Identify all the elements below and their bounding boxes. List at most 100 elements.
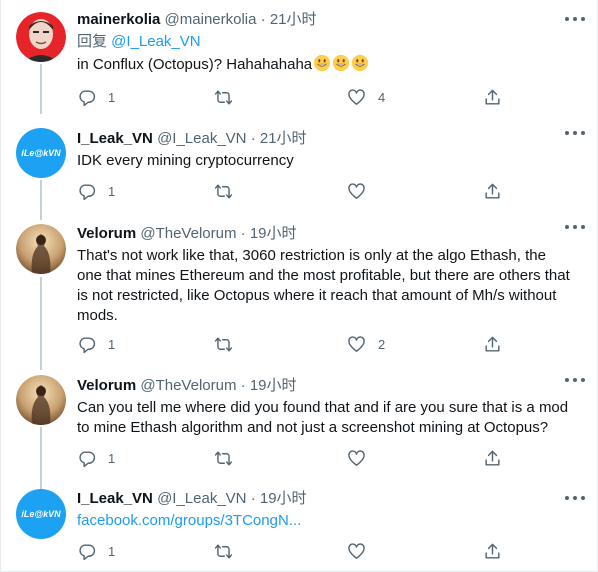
reply-icon	[79, 183, 96, 200]
tweet-header: Velorum @TheVelorum · 19小时	[77, 224, 575, 244]
heart-icon	[348, 542, 365, 559]
share-button[interactable]	[483, 334, 502, 354]
share-button[interactable]	[483, 541, 502, 561]
tweet-header: Velorum @TheVelorum · 19小时	[77, 376, 575, 396]
reply-mention-link[interactable]: @I_Leak_VN	[111, 33, 200, 50]
like-count: 2	[378, 336, 386, 352]
separator-dot: ·	[250, 130, 256, 147]
heart-icon	[348, 88, 365, 105]
user-handle[interactable]: @TheVelorum	[140, 225, 236, 242]
grinning-face-icon	[333, 54, 350, 72]
tweet-actions: 1	[77, 541, 507, 561]
display-name[interactable]: Velorum	[77, 225, 136, 242]
tweet[interactable]: iLe@kVN I_Leak_VN @I_Leak_VN · 21小时 IDK …	[1, 114, 598, 208]
user-handle[interactable]: @TheVelorum	[140, 377, 236, 394]
share-button[interactable]	[483, 87, 502, 107]
tweet-text: facebook.com/groups/3TCongN...	[77, 511, 575, 531]
timestamp[interactable]: 19小时	[250, 225, 297, 242]
tweet-text: That's not work like that, 3060 restrict…	[77, 247, 570, 324]
like-button[interactable]	[347, 448, 378, 468]
tweet-header: mainerkolia @mainerkolia · 21小时	[77, 10, 575, 30]
retweet-icon	[214, 543, 233, 559]
separator-dot: ·	[240, 225, 246, 242]
avatar[interactable]	[16, 12, 66, 62]
timestamp[interactable]: 21小时	[270, 11, 317, 28]
share-icon	[485, 450, 500, 466]
avatar[interactable]	[16, 375, 66, 425]
share-icon	[485, 336, 500, 352]
like-button[interactable]	[347, 181, 378, 201]
tweet-text: in Conflux (Octopus)? Hahahahaha	[77, 54, 575, 75]
reply-button[interactable]: 1	[77, 87, 115, 107]
reply-button[interactable]: 1	[77, 334, 115, 354]
reply-count: 1	[108, 183, 116, 199]
avatar[interactable]: iLe@kVN	[16, 128, 66, 178]
reply-icon	[79, 450, 96, 467]
share-button[interactable]	[483, 181, 502, 201]
timestamp[interactable]: 19小时	[250, 377, 297, 394]
tweet[interactable]: Velorum @TheVelorum · 19小时 Can you tell …	[1, 361, 598, 479]
retweet-button[interactable]	[214, 541, 245, 561]
tweet-actions: 1 2	[77, 334, 507, 354]
grinning-face-icon	[314, 54, 331, 72]
tweet-header: I_Leak_VN @I_Leak_VN · 21小时	[77, 129, 575, 149]
display-name[interactable]: Velorum	[77, 377, 136, 394]
avatar[interactable]: iLe@kVN	[16, 489, 66, 539]
retweet-icon	[214, 450, 233, 466]
like-count: 4	[378, 89, 386, 105]
reply-button[interactable]: 1	[77, 181, 115, 201]
separator-dot: ·	[240, 377, 246, 394]
retweet-button[interactable]	[214, 181, 245, 201]
reply-prefix: 回复	[77, 33, 112, 50]
tweet-actions: 1	[77, 181, 507, 201]
heart-icon	[348, 449, 365, 466]
user-handle[interactable]: @mainerkolia	[165, 11, 257, 28]
user-handle[interactable]: @I_Leak_VN	[157, 490, 246, 507]
retweet-icon	[214, 89, 233, 105]
timestamp[interactable]: 21小时	[260, 130, 307, 147]
reply-count: 1	[108, 89, 116, 105]
reply-icon	[79, 336, 96, 353]
reply-button[interactable]: 1	[77, 541, 115, 561]
tweet-text: IDK every mining cryptocurrency	[77, 152, 294, 169]
heart-icon	[348, 335, 365, 352]
share-button[interactable]	[483, 448, 502, 468]
like-button[interactable]	[347, 541, 378, 561]
reply-count: 1	[108, 450, 116, 466]
separator-dot: ·	[260, 11, 266, 28]
retweet-button[interactable]	[214, 87, 245, 107]
tweet[interactable]: mainerkolia @mainerkolia · 21小时 回复 @I_Le…	[1, 0, 598, 114]
external-link[interactable]: facebook.com/groups/3TCongN...	[77, 512, 301, 529]
reply-button[interactable]: 1	[77, 448, 115, 468]
timestamp[interactable]: 19小时	[260, 490, 307, 507]
reply-count: 1	[108, 336, 116, 352]
tweet-actions: 1	[77, 448, 507, 468]
tweet-header: I_Leak_VN @I_Leak_VN · 19小时	[77, 489, 575, 509]
user-handle[interactable]: @I_Leak_VN	[157, 130, 246, 147]
retweet-button[interactable]	[214, 448, 245, 468]
share-icon	[485, 183, 500, 199]
reply-to-line: 回复 @I_Leak_VN	[77, 32, 575, 52]
retweet-button[interactable]	[214, 334, 245, 354]
like-button[interactable]: 4	[347, 87, 385, 107]
avatar[interactable]	[16, 224, 66, 274]
like-button[interactable]: 2	[347, 334, 385, 354]
tweet-text-content: in Conflux (Octopus)? Hahahahaha	[77, 56, 313, 73]
separator-dot: ·	[250, 490, 256, 507]
display-name[interactable]: mainerkolia	[77, 11, 160, 28]
tweet[interactable]: iLe@kVN I_Leak_VN @I_Leak_VN · 19小时 face…	[1, 479, 598, 572]
retweet-icon	[214, 183, 233, 199]
reply-icon	[79, 543, 96, 560]
reply-icon	[79, 89, 96, 106]
avatar-text: iLe@kVN	[21, 148, 61, 158]
reply-count: 1	[108, 543, 116, 559]
display-name[interactable]: I_Leak_VN	[77, 490, 153, 507]
tweet[interactable]: Velorum @TheVelorum · 19小时 That's not wo…	[1, 208, 598, 361]
avatar-text: iLe@kVN	[21, 509, 61, 519]
heart-icon	[348, 182, 365, 199]
display-name[interactable]: I_Leak_VN	[77, 130, 153, 147]
tweet-actions: 1 4	[77, 87, 507, 107]
grinning-face-icon	[352, 54, 369, 72]
tweet-text: Can you tell me where did you found that…	[77, 399, 569, 436]
conversation-thread: mainerkolia @mainerkolia · 21小时 回复 @I_Le…	[0, 0, 598, 572]
